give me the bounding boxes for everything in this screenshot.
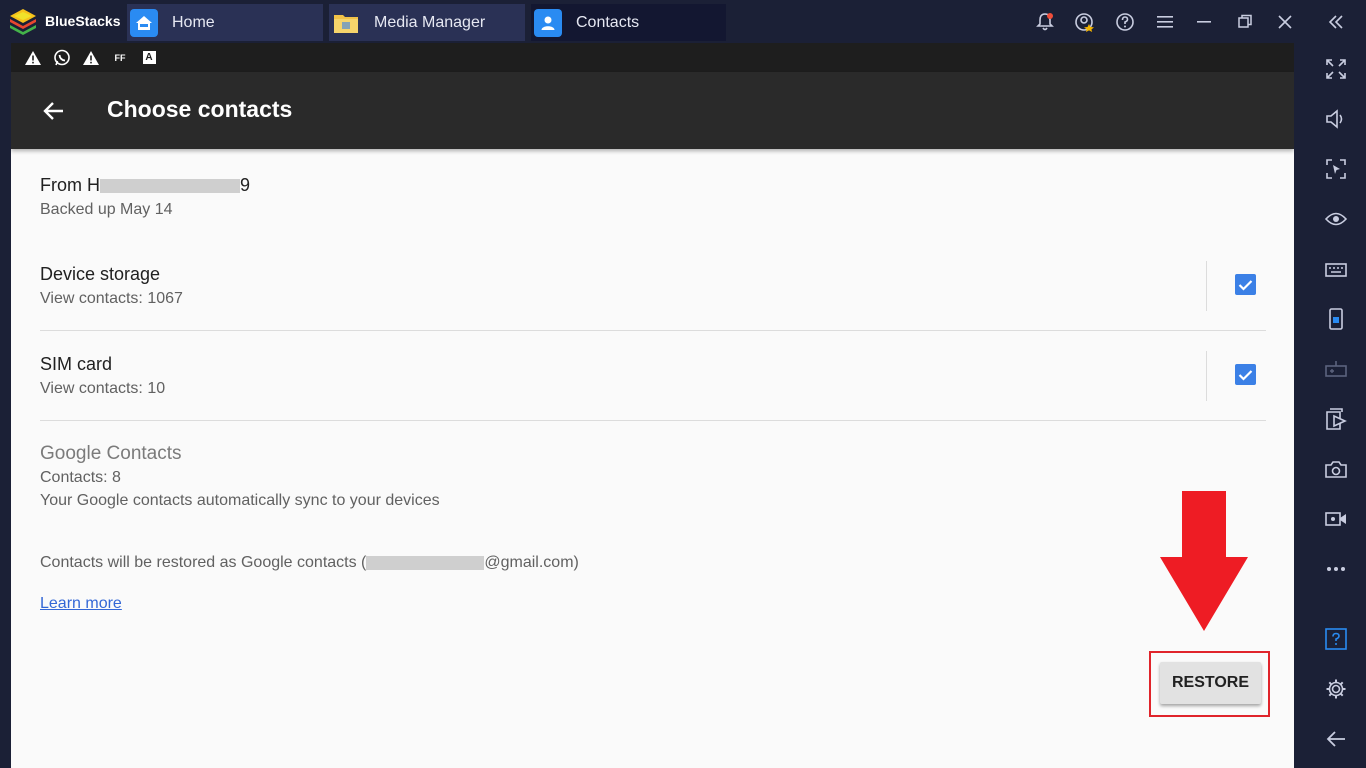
window-controls [1025,0,1366,43]
tab-home[interactable]: Home [127,4,323,41]
video-record-icon[interactable] [1323,506,1349,532]
app-bar: Choose contacts [11,72,1294,149]
collapse-sidebar-icon[interactable] [1305,0,1366,43]
bell-icon[interactable] [1025,0,1065,43]
title-bar: BlueStacks Home Media Manager Contacts [0,0,1366,43]
backup-row: From H 9 Backed up May 14 [40,175,1266,219]
divider [40,330,1266,331]
sim-card-checkbox[interactable] [1235,364,1256,385]
source-subtitle: View contacts: 1067 [40,290,183,307]
help-box-icon[interactable] [1323,626,1349,652]
tab-label: Media Manager [374,13,486,31]
folder-icon [332,9,360,37]
vertical-divider [1206,261,1207,311]
source-row-sim-card[interactable]: SIM card View contacts: 10 [40,351,1266,414]
a-text: A [142,51,156,64]
google-contacts-title: Google Contacts [40,443,182,464]
tab-label: Home [172,13,215,31]
android-screen: FF A Choose contacts From H 9 Backed up M… [11,43,1294,768]
warning-icon [23,48,43,68]
restore-note: Contacts will be restored as Google cont… [40,554,1266,572]
source-row-device-storage[interactable]: Device storage View contacts: 1067 [40,261,1266,324]
vertical-divider [1206,351,1207,401]
backup-title-suffix: 9 [240,175,251,195]
keyboard-icon[interactable] [1323,256,1349,282]
divider [40,420,1266,421]
warning-icon [81,48,101,68]
fullscreen-icon[interactable] [1323,56,1349,82]
close-icon[interactable] [1265,0,1305,43]
minimize-icon[interactable] [1185,0,1225,43]
google-contacts-description: Your Google contacts automatically sync … [40,492,440,509]
contact-icon [534,8,562,37]
google-contacts-count: Contacts: 8 [40,469,121,486]
source-title: Device storage [40,264,161,284]
phone-icon[interactable] [1323,306,1349,332]
account-icon[interactable] [1065,0,1105,43]
tab-media-manager[interactable]: Media Manager [329,4,525,41]
a-icon: A [139,48,159,68]
ff-icon: FF [110,48,130,68]
device-storage-checkbox[interactable] [1235,274,1256,295]
tab-label: Contacts [576,13,640,31]
learn-more-link[interactable]: Learn more [40,595,122,612]
red-arrow-annotation [1160,491,1248,631]
source-subtitle: View contacts: 10 [40,380,166,397]
tab-contacts[interactable]: Contacts [531,4,726,41]
restore-note-prefix: Contacts will be restored as Google cont… [40,554,367,571]
help-icon[interactable] [1105,0,1145,43]
whatsapp-icon [52,48,72,68]
right-sidebar [1305,43,1366,768]
menu-icon[interactable] [1145,0,1185,43]
source-title: SIM card [40,354,113,374]
media-icon[interactable] [1323,406,1349,432]
bluestacks-logo-icon [10,9,36,35]
backup-title: From H 9 [40,175,1266,196]
camera-icon[interactable] [1323,456,1349,482]
back-arrow-icon[interactable] [41,98,67,124]
settings-icon[interactable] [1323,676,1349,702]
volume-icon[interactable] [1323,106,1349,132]
home-icon [130,8,158,37]
learn-more-row: Learn more [40,595,1266,613]
backup-title-prefix: From H [40,175,100,195]
app-name: BlueStacks [45,13,121,29]
redacted-device-name [100,179,240,194]
restore-note-suffix: @gmail.com) [484,554,579,571]
page-title: Choose contacts [107,96,293,122]
restore-window-icon[interactable] [1225,0,1265,43]
brand: BlueStacks [8,6,120,36]
eye-icon[interactable] [1323,206,1349,232]
ff-text: FF [114,52,126,63]
status-bar: FF A [11,43,1294,72]
back-icon[interactable] [1323,726,1349,752]
backup-date: Backed up May 14 [40,201,173,218]
google-contacts-section: Google Contacts Contacts: 8 Your Google … [40,443,1266,510]
screen-select-icon[interactable] [1323,156,1349,182]
more-icon[interactable] [1323,556,1349,582]
redacted-email [366,555,485,570]
restore-button[interactable]: RESTORE [1160,662,1261,704]
gamepad-icon[interactable] [1323,356,1349,382]
